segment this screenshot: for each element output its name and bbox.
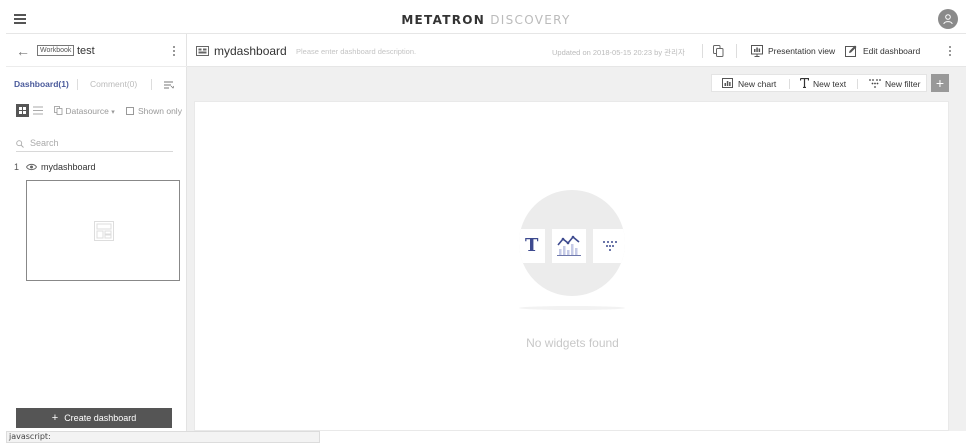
user-icon xyxy=(943,14,953,25)
grid-view-button[interactable] xyxy=(16,104,29,117)
tab-divider xyxy=(77,79,78,90)
datasource-label: Datasource xyxy=(65,106,109,116)
datasource-filter[interactable]: Datasource ▾ xyxy=(54,106,115,116)
header-divider xyxy=(702,44,703,58)
shown-only-checkbox[interactable] xyxy=(126,107,134,115)
add-widget-button[interactable]: + xyxy=(931,74,949,92)
user-avatar[interactable] xyxy=(938,9,958,29)
dashboard-more-icon[interactable] xyxy=(949,46,952,57)
toolbar-divider xyxy=(789,79,790,89)
dashboard-thumbnail[interactable] xyxy=(26,180,180,281)
chart-widget-tile xyxy=(552,229,586,263)
filter-icon xyxy=(869,79,881,88)
datasource-icon xyxy=(54,106,63,115)
dashboard-icon xyxy=(196,46,209,56)
top-header: METATRON DISCOVERY xyxy=(6,6,966,34)
app-logo[interactable]: METATRON DISCOVERY xyxy=(6,13,966,27)
list-view-icon[interactable] xyxy=(33,106,43,115)
workbook-badge: Workbook xyxy=(37,45,75,56)
illustration-shadow xyxy=(519,306,625,310)
chevron-down-icon: ▾ xyxy=(111,109,115,116)
create-dashboard-button[interactable]: + Create dashboard xyxy=(16,408,172,428)
filter-widget-tile xyxy=(593,229,625,263)
presentation-icon xyxy=(751,45,763,57)
item-name: mydashboard xyxy=(41,162,96,172)
logo-secondary: DISCOVERY xyxy=(490,13,571,27)
text-widget-tile: T xyxy=(519,229,545,263)
sort-icon[interactable] xyxy=(164,81,174,89)
datasource-info-icon[interactable] xyxy=(713,45,724,57)
filter-widget-icon xyxy=(603,241,617,251)
chart-widget-icon xyxy=(557,235,581,256)
back-arrow-icon[interactable]: ← xyxy=(16,44,30,58)
workbook-name: test xyxy=(77,45,95,57)
header-divider xyxy=(736,44,737,58)
shown-only-label: Shown only xyxy=(138,106,182,116)
edit-dashboard-label: Edit dashboard xyxy=(863,46,921,56)
new-text-label: New text xyxy=(813,79,847,89)
tab-dashboard[interactable]: Dashboard(1) xyxy=(14,79,69,89)
plus-icon: + xyxy=(51,412,59,424)
search-icon xyxy=(16,140,24,148)
widget-toolbar: New chart New text New filter + xyxy=(187,67,966,99)
workbook-more-icon[interactable] xyxy=(173,46,176,57)
presentation-view-label: Presentation view xyxy=(768,46,836,56)
widget-button-group: New chart New text New filter xyxy=(711,74,927,92)
logo-primary: METATRON xyxy=(401,13,486,27)
sidebar-search xyxy=(16,136,173,152)
text-icon xyxy=(800,78,809,88)
eye-icon[interactable] xyxy=(26,163,37,171)
dashboard-canvas: T No widgets found xyxy=(194,101,949,431)
empty-state-message: No widgets found xyxy=(526,336,619,350)
updated-info: Updated on 2018-05-15 20:23 by 관리자 xyxy=(552,48,685,57)
dashboard-title[interactable]: mydashboard xyxy=(214,44,287,58)
dashboard-placeholder-icon xyxy=(94,221,114,241)
tab-divider xyxy=(151,79,152,90)
empty-state-illustration: T xyxy=(519,190,625,296)
edit-icon xyxy=(845,45,857,57)
workbook-header: ← Workbook test xyxy=(6,34,187,67)
browser-status-bar: javascript: xyxy=(6,431,320,443)
tab-comment[interactable]: Comment(0) xyxy=(90,79,137,89)
dashboard-header: mydashboard Please enter dashboard descr… xyxy=(187,34,966,67)
create-dashboard-label: Create dashboard xyxy=(64,413,137,423)
new-filter-label: New filter xyxy=(885,79,921,89)
text-widget-icon: T xyxy=(525,235,539,256)
chart-icon xyxy=(722,78,733,88)
new-chart-label: New chart xyxy=(738,79,777,89)
dashboard-description[interactable]: Please enter dashboard description. xyxy=(296,47,416,56)
toolbar-divider xyxy=(857,79,858,89)
search-input[interactable] xyxy=(30,136,170,150)
grid-icon xyxy=(19,107,26,114)
list-item[interactable]: 1 mydashboard xyxy=(14,162,184,176)
item-number: 1 xyxy=(14,162,20,172)
